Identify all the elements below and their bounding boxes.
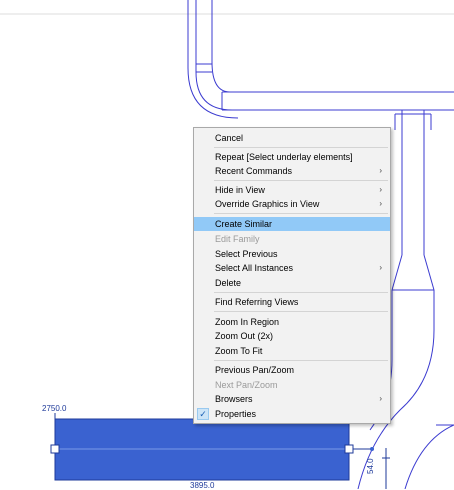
menu-item-label: Override Graphics in View bbox=[215, 199, 320, 209]
menu-item-next-pan-zoom[interactable]: Next Pan/Zoom bbox=[194, 378, 390, 392]
menu-item-label: Select All Instances bbox=[215, 263, 294, 273]
menu-item-label: Properties bbox=[215, 409, 257, 419]
menu-item-label: Cancel bbox=[215, 133, 244, 143]
menu-item-label: Repeat [Select underlay elements] bbox=[215, 152, 353, 162]
grip-right[interactable] bbox=[344, 444, 354, 454]
menu-item-create-similar[interactable]: Create Similar bbox=[194, 217, 390, 231]
grip-left[interactable] bbox=[50, 444, 60, 454]
menu-item-label: Browsers bbox=[215, 394, 253, 404]
submenu-arrow-icon: › bbox=[379, 394, 382, 403]
menu-separator bbox=[214, 360, 388, 361]
menu-separator bbox=[214, 292, 388, 293]
menu-item-label: Find Referring Views bbox=[215, 297, 299, 307]
menu-separator bbox=[214, 311, 388, 312]
menu-item-label: Delete bbox=[215, 278, 242, 288]
checkmark-icon: ✓ bbox=[197, 408, 209, 420]
menu-item-label: Select Previous bbox=[215, 249, 278, 259]
menu-item-zoom-out[interactable]: Zoom Out (2x) bbox=[194, 329, 390, 343]
menu-item-edit-family[interactable]: Edit Family bbox=[194, 232, 390, 246]
menu-item-label: Previous Pan/Zoom bbox=[215, 365, 295, 375]
menu-item-recent-commands[interactable]: Recent Commands › bbox=[194, 164, 390, 178]
menu-item-label: Zoom Out (2x) bbox=[215, 331, 274, 341]
menu-separator bbox=[214, 213, 388, 214]
menu-item-browsers[interactable]: Browsers › bbox=[194, 392, 390, 406]
menu-item-label: Hide in View bbox=[215, 185, 265, 195]
menu-separator bbox=[214, 180, 388, 181]
menu-item-zoom-in-region[interactable]: Zoom In Region bbox=[194, 315, 390, 329]
menu-separator bbox=[214, 147, 388, 148]
context-menu: Cancel Repeat [Select underlay elements]… bbox=[193, 127, 391, 424]
menu-item-select-previous[interactable]: Select Previous bbox=[194, 247, 390, 261]
menu-item-previous-pan-zoom[interactable]: Previous Pan/Zoom bbox=[194, 363, 390, 377]
menu-item-label: Zoom To Fit bbox=[215, 346, 263, 356]
menu-item-repeat[interactable]: Repeat [Select underlay elements] bbox=[194, 150, 390, 164]
menu-item-cancel[interactable]: Cancel bbox=[194, 131, 390, 145]
menu-item-label: Recent Commands bbox=[215, 166, 293, 176]
menu-item-label: Edit Family bbox=[215, 234, 260, 244]
menu-item-delete[interactable]: Delete bbox=[194, 276, 390, 290]
menu-item-label: Next Pan/Zoom bbox=[215, 380, 278, 390]
dimension-control-dot[interactable] bbox=[370, 447, 374, 451]
dimension-label-top[interactable]: 2750.0 bbox=[42, 404, 66, 413]
dimension-label-vertical[interactable]: 54.0 bbox=[366, 458, 375, 474]
menu-item-label: Zoom In Region bbox=[215, 317, 280, 327]
menu-item-hide-in-view[interactable]: Hide in View › bbox=[194, 183, 390, 197]
menu-item-select-all-instances[interactable]: Select All Instances › bbox=[194, 261, 390, 275]
menu-item-zoom-to-fit[interactable]: Zoom To Fit bbox=[194, 344, 390, 358]
menu-item-override-graphics[interactable]: Override Graphics in View › bbox=[194, 197, 390, 211]
submenu-arrow-icon: › bbox=[379, 199, 382, 208]
submenu-arrow-icon: › bbox=[379, 166, 382, 175]
menu-item-find-referring-views[interactable]: Find Referring Views bbox=[194, 295, 390, 309]
menu-item-properties[interactable]: ✓ Properties bbox=[194, 407, 390, 421]
submenu-arrow-icon: › bbox=[379, 185, 382, 194]
submenu-arrow-icon: › bbox=[379, 263, 382, 272]
menu-item-label: Create Similar bbox=[215, 219, 273, 229]
